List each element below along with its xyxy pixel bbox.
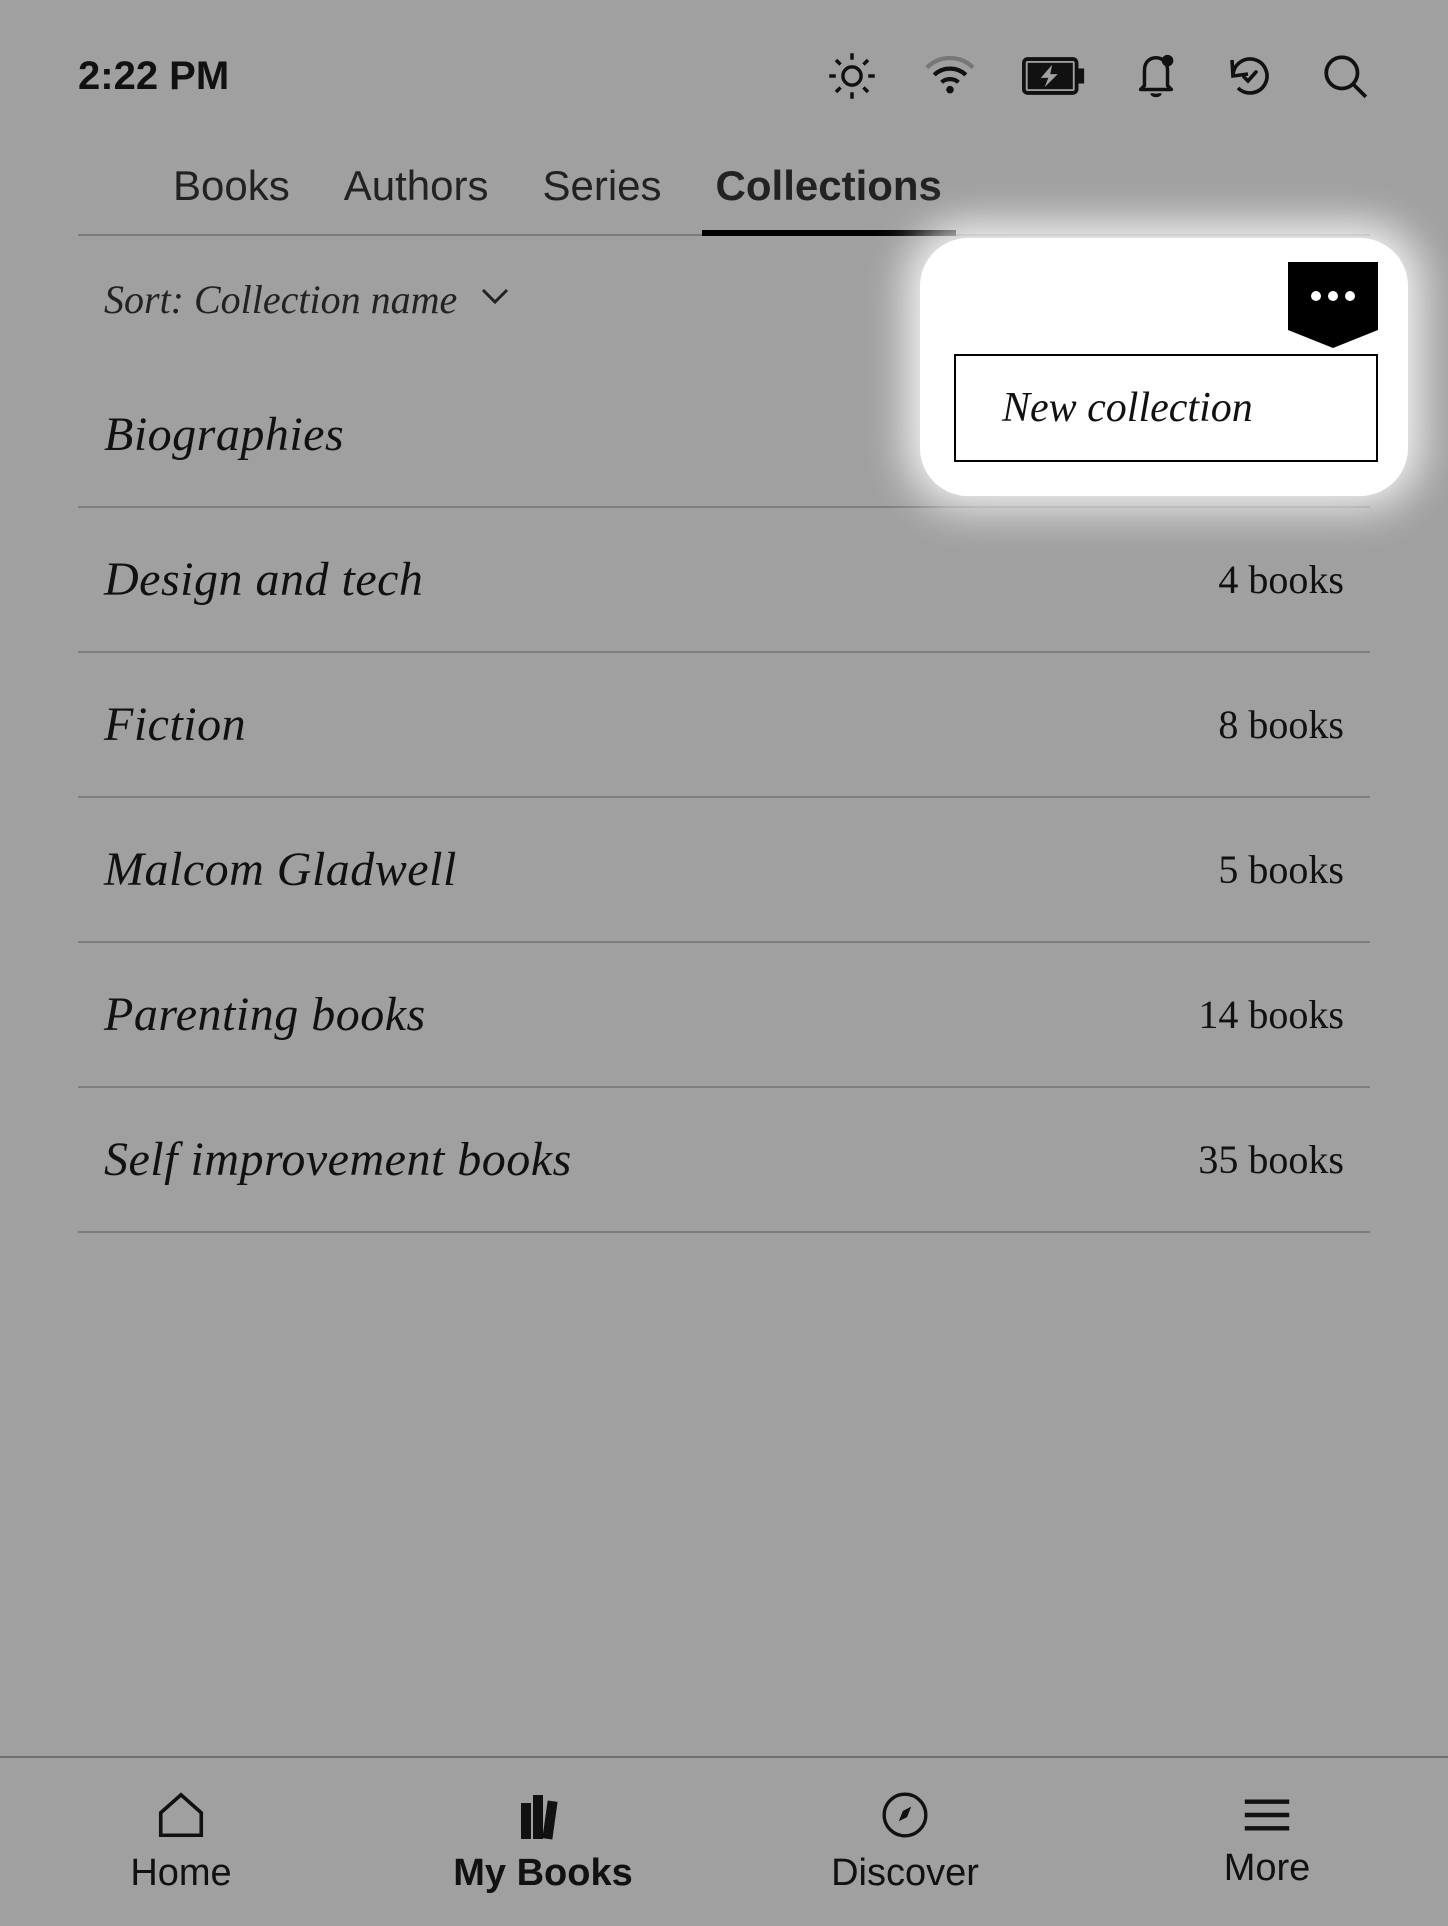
collection-name: Self improvement books: [104, 1132, 572, 1187]
wifi-icon[interactable]: [924, 55, 976, 97]
collection-row[interactable]: Malcom Gladwell 5 books: [78, 798, 1370, 943]
tab-authors[interactable]: Authors: [344, 162, 489, 234]
books-icon: [515, 1790, 571, 1840]
collection-name: Fiction: [104, 697, 246, 752]
collection-count: 4 books: [1218, 556, 1344, 603]
nav-label: Discover: [831, 1852, 979, 1895]
library-tabs: Books Authors Series Collections: [78, 132, 1370, 236]
nav-label: More: [1224, 1847, 1311, 1890]
collection-count: 14 books: [1198, 991, 1344, 1038]
nav-home[interactable]: Home: [0, 1758, 362, 1926]
menu-icon: [1240, 1795, 1294, 1835]
new-collection-button[interactable]: New collection: [954, 354, 1378, 462]
home-icon: [154, 1790, 208, 1840]
battery-charging-icon[interactable]: [1022, 57, 1086, 95]
collection-row[interactable]: Design and tech 4 books: [78, 508, 1370, 653]
brightness-icon[interactable]: [826, 50, 878, 102]
collection-row[interactable]: Parenting books 14 books: [78, 943, 1370, 1088]
options-menu-button[interactable]: [1288, 262, 1378, 348]
status-time: 2:22 PM: [78, 54, 229, 99]
sync-icon[interactable]: [1226, 52, 1274, 100]
search-icon[interactable]: [1320, 51, 1370, 101]
bottom-nav: Home My Books Discover: [0, 1756, 1448, 1926]
collection-name: Biographies: [104, 407, 344, 462]
collection-name: Malcom Gladwell: [104, 842, 457, 897]
status-bar: 2:22 PM: [0, 0, 1448, 132]
compass-icon: [880, 1790, 930, 1840]
collection-name: Design and tech: [104, 552, 423, 607]
collection-name: Parenting books: [104, 987, 426, 1042]
collection-row[interactable]: Self improvement books 35 books: [78, 1088, 1370, 1233]
collections-options-popover: New collection: [920, 238, 1408, 496]
tab-collections[interactable]: Collections: [716, 162, 942, 234]
sort-label: Sort: Collection name: [104, 276, 457, 323]
nav-more[interactable]: More: [1086, 1758, 1448, 1926]
collection-count: 5 books: [1218, 846, 1344, 893]
nav-discover[interactable]: Discover: [724, 1758, 1086, 1926]
nav-label: My Books: [453, 1852, 632, 1895]
tab-books[interactable]: Books: [173, 162, 290, 234]
chevron-down-icon: [481, 288, 509, 311]
notification-bell-icon[interactable]: [1132, 51, 1180, 101]
nav-my-books[interactable]: My Books: [362, 1758, 724, 1926]
nav-label: Home: [130, 1852, 231, 1895]
collection-row[interactable]: Fiction 8 books: [78, 653, 1370, 798]
tab-series[interactable]: Series: [542, 162, 661, 234]
collection-count: 35 books: [1198, 1136, 1344, 1183]
status-icons: [826, 50, 1370, 102]
collection-count: 8 books: [1218, 701, 1344, 748]
